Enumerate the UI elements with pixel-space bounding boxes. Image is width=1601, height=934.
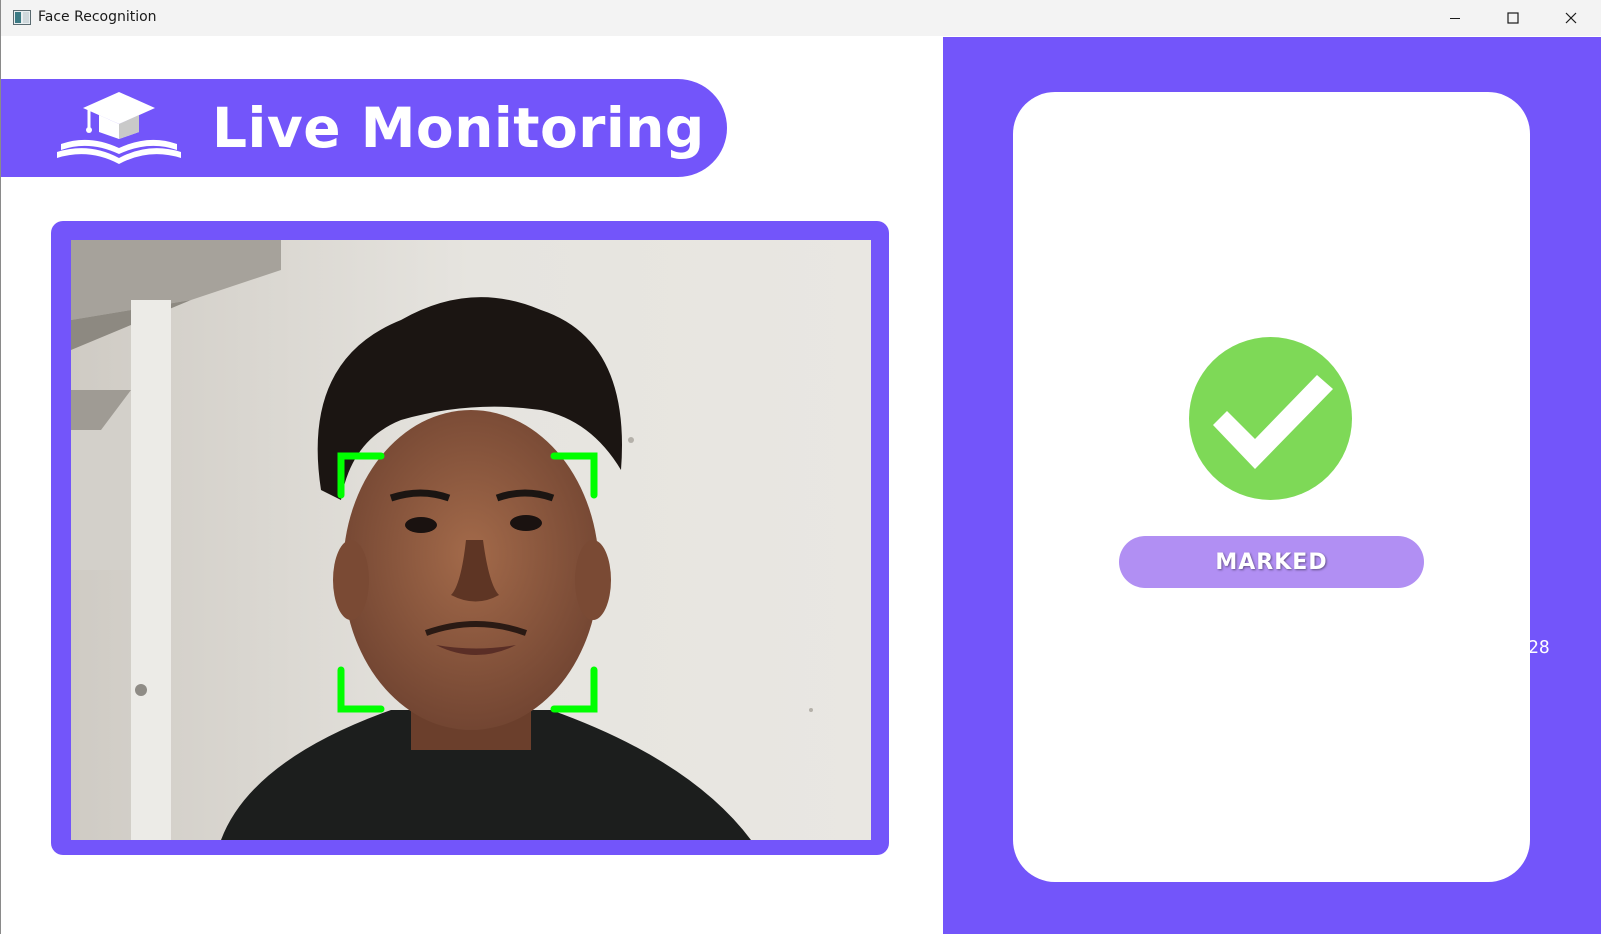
camera-frame: [51, 221, 889, 855]
maximize-button[interactable]: [1484, 0, 1542, 36]
window-title: Face Recognition: [38, 9, 157, 25]
check-circle-icon: [1189, 337, 1352, 500]
close-button[interactable]: [1542, 0, 1600, 36]
status-panel: MARKED 28: [943, 37, 1601, 934]
maximize-icon: [1507, 12, 1519, 24]
status-number: 28: [1528, 637, 1550, 658]
webcam-feed: [71, 240, 871, 840]
graduation-cap-book-icon: [57, 92, 181, 164]
webcam-image: [71, 240, 871, 840]
close-icon: [1565, 12, 1577, 24]
app-icon: [13, 10, 31, 25]
page-title: Live Monitoring: [212, 96, 705, 160]
header-banner: Live Monitoring: [1, 79, 727, 177]
minimize-button[interactable]: [1426, 0, 1484, 36]
status-badge: MARKED: [1119, 536, 1424, 588]
minimize-icon: [1450, 18, 1460, 19]
title-bar[interactable]: Face Recognition: [1, 0, 1601, 36]
app-window: Face Recognition Live Monitoring MARKED …: [0, 0, 1601, 934]
status-card: MARKED: [1013, 92, 1530, 882]
